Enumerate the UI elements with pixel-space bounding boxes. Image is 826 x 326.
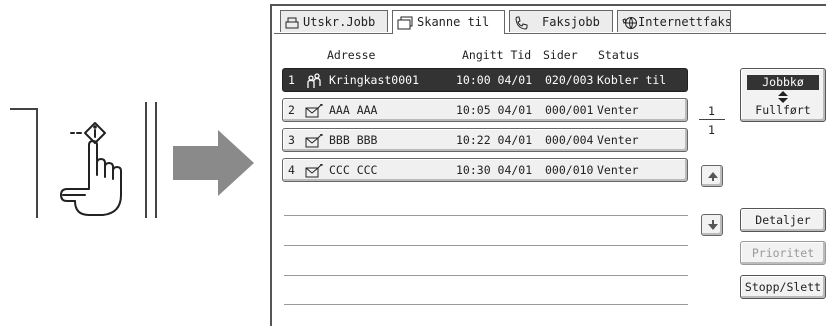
queue-label: Jobbkø [747,75,819,90]
job-status: Venter [597,163,639,177]
frame-line-top [10,108,36,110]
page-current: 1 [708,104,715,118]
job-address: CCC CCC [329,163,378,177]
toggle-arrows-icon [778,91,788,103]
job-number: 3 [288,133,295,147]
arrow-down-icon [708,224,718,230]
stop-delete-button[interactable]: Stopp/Slett [740,275,826,299]
empty-row-line [284,304,688,305]
empty-row-line [284,245,688,246]
tab-label: Skanne til [417,15,490,29]
tab-label: Utskr.Jobb [303,15,376,29]
scroll-up-button[interactable] [701,165,723,187]
details-button[interactable]: Detaljer [740,208,826,232]
queue-completed-toggle[interactable]: Jobbkø Fullført [740,68,826,122]
tab-label: Internettfaks [638,15,731,29]
job-address: Kringkast0001 [329,73,420,87]
job-address: AAA AAA [329,103,378,117]
frame-line-right-2 [155,102,157,218]
internet-fax-icon [622,16,637,29]
tab-fax-jobs[interactable]: Faksjobb [509,10,613,32]
job-number: 4 [288,163,295,177]
page-divider [699,119,725,120]
broadcast-icon [307,73,321,88]
tab-label: Faksjobb [542,15,600,29]
job-row[interactable]: 4 CCC CCC 10:30 04/01 000/010 Venter [282,158,688,182]
job-pages: 000/010 [545,163,594,177]
printer-icon [285,17,299,28]
job-time: 10:30 04/01 [456,163,533,177]
job-address: BBB BBB [329,133,378,147]
email-icon [305,164,323,178]
job-pages: 000/001 [545,103,594,117]
job-pages: 020/003 [545,73,594,87]
email-icon [305,134,323,148]
tab-print-jobs[interactable]: Utskr.Jobb [280,10,388,32]
column-header-time: Angitt Tid [462,48,532,62]
column-header-address: Adresse [327,48,376,62]
job-number: 2 [288,103,295,117]
arrow-up-stem [712,177,714,181]
page-total: 1 [708,123,715,137]
job-status: Venter [597,103,639,117]
tab-internet-fax[interactable]: Internettfaks [617,10,731,32]
priority-button[interactable]: Prioritet [740,241,826,265]
frame-line-left [36,108,38,218]
scanner-icon [397,16,413,29]
column-header-status: Status [598,48,640,62]
email-icon [305,104,323,118]
completed-label: Fullført [755,103,811,117]
touch-hand-icon [60,122,122,216]
arrow-right-icon [218,130,254,196]
empty-row-line [284,275,688,276]
column-header-pages: Sider [543,48,578,62]
job-time: 10:22 04/01 [456,133,533,147]
job-time: 10:00 04/01 [456,73,533,87]
tab-scan-to[interactable]: Skanne til [392,10,505,34]
job-row[interactable]: 3 BBB BBB 10:22 04/01 000/004 Venter [282,128,688,152]
job-pages: 000/004 [545,133,594,147]
job-time: 10:05 04/01 [456,103,533,117]
job-row[interactable]: 1 Kringkast0001 10:00 04/01 020/003 Kobl… [282,68,688,92]
job-status: Venter [597,133,639,147]
scroll-down-button[interactable] [701,214,723,236]
job-row[interactable]: 2 AAA AAA 10:05 04/01 000/001 Venter [282,98,688,122]
arrow-body [173,146,219,180]
fax-icon [515,16,528,30]
job-number: 1 [288,73,295,87]
tab-underline [274,33,826,34]
frame-line-right-1 [145,102,147,218]
empty-row-line [284,215,688,216]
job-status: Kobler til [597,73,667,87]
